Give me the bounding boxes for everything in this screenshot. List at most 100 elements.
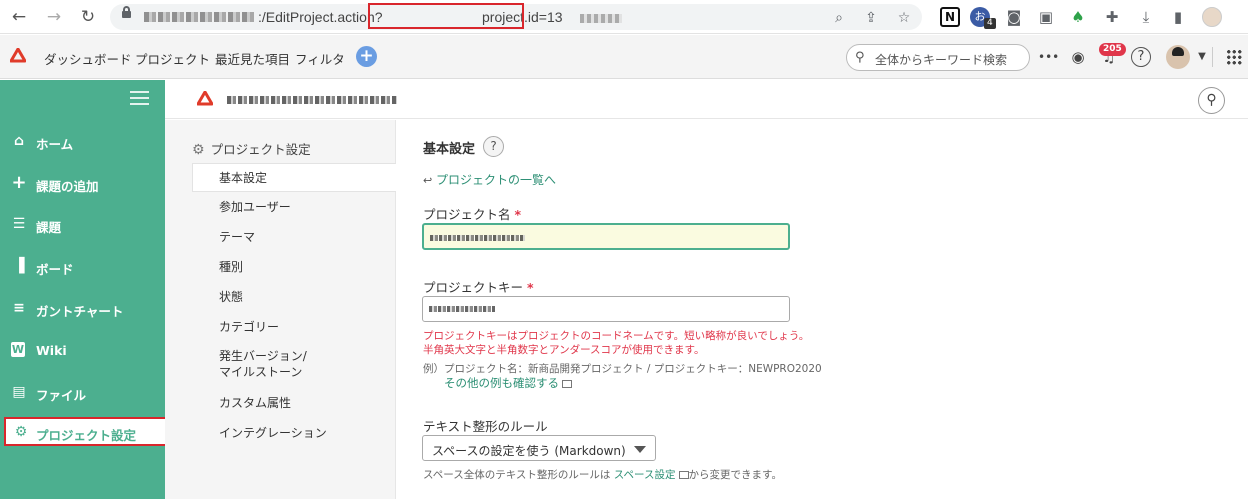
reload-icon[interactable]: ↻ <box>77 6 99 28</box>
note-suffix: から変更できます。 <box>688 469 782 481</box>
note-prefix: スペース全体のテキスト整形のルールは <box>423 469 611 481</box>
screenshot-icon[interactable]: ▣ <box>1036 7 1056 27</box>
forward-arrow-icon[interactable]: → <box>43 6 65 28</box>
global-search-input[interactable]: ⚲ 全体からキーワード検索 <box>846 44 1030 71</box>
project-key-label: プロジェクトキー * <box>423 277 534 296</box>
share-icon[interactable]: ⇪ <box>862 9 880 27</box>
settings-item-status[interactable]: 状態 <box>219 289 422 305</box>
text-rule-select[interactable]: スペースの設定を使う (Markdown) <box>422 435 656 461</box>
sidebar-item-project-settings[interactable]: ⚙ プロジェクト設定 <box>4 417 172 446</box>
settings-item-members[interactable]: 参加ユーザー <box>219 199 422 215</box>
text-rule-label: テキスト整形のルール <box>423 419 548 434</box>
project-search-icon[interactable]: ⚲ <box>1198 87 1225 114</box>
board-icon: ▐ <box>13 258 25 274</box>
list-icon: ☰ <box>12 216 26 232</box>
project-name-redacted[interactable] <box>227 96 397 104</box>
back-to-projects-link[interactable]: ↩ プロジェクトの一覧へ <box>423 171 556 188</box>
extension-badge: 4 <box>984 18 996 29</box>
sidebar-item-label: ホーム <box>36 137 74 152</box>
profile-icon[interactable] <box>1202 7 1222 27</box>
text-rule-value: スペースの設定を使う (Markdown) <box>432 444 626 458</box>
sidebar-item-files[interactable]: ▤ ファイル <box>0 375 165 411</box>
more-icon[interactable]: ••• <box>1038 47 1059 67</box>
sidebar-item-add-issue[interactable]: + 課題の追加 <box>0 166 165 202</box>
sidebar-item-gantt[interactable]: ≡ ガントチャート <box>0 291 165 327</box>
avatar[interactable] <box>1166 45 1190 69</box>
wiki-icon: W <box>11 342 25 357</box>
gear-icon: ⚙ <box>14 424 28 440</box>
home-icon: ⌂ <box>13 133 25 149</box>
project-key-field[interactable] <box>422 296 790 322</box>
main-content: 基本設定 ? ↩ プロジェクトの一覧へ プロジェクト名 * プロジェクトキー *… <box>396 120 1248 499</box>
settings-item-category[interactable]: カテゴリー <box>219 319 422 335</box>
sidebar-item-label: 課題の追加 <box>36 179 99 194</box>
space-settings-link[interactable]: スペース設定 <box>614 469 676 481</box>
download-icon[interactable]: ⤓ <box>1136 7 1156 27</box>
camera-icon[interactable]: ◙ <box>1004 7 1024 27</box>
settings-item-label: 基本設定 <box>219 171 268 185</box>
sidebar-item-issues[interactable]: ☰ 課題 <box>0 207 165 243</box>
url-highlight-box <box>368 3 524 29</box>
search-placeholder: 全体からキーワード検索 <box>875 53 1008 67</box>
settings-item-basic[interactable]: 基本設定 <box>192 163 396 192</box>
required-mark: * <box>527 280 534 295</box>
sidebar-item-label: 課題 <box>36 220 62 235</box>
sidebar-item-label: プロジェクト設定 <box>36 428 137 443</box>
settings-item-versions[interactable]: 発生バージョン/ マイルストーン <box>219 348 422 380</box>
url-id-redacted <box>580 14 622 23</box>
backlog-logo-icon[interactable] <box>10 48 26 64</box>
url-path: :/EditProject.action? <box>258 9 383 25</box>
key-hint-line-1: プロジェクトキーはプロジェクトのコードネームです。短い略称が良いでしょう。 <box>423 330 810 342</box>
sidebar-item-wiki[interactable]: W Wiki <box>0 333 165 369</box>
other-examples-label: その他の例も確認する <box>444 376 559 390</box>
divider <box>1212 47 1213 67</box>
project-name-field[interactable] <box>422 223 790 250</box>
zoom-icon[interactable]: ⌕ <box>830 9 848 27</box>
gear-icon: ⚙ <box>192 142 205 158</box>
add-button[interactable]: + <box>356 46 377 67</box>
sidebar-item-label: ファイル <box>36 388 87 403</box>
settings-item-theme[interactable]: テーマ <box>219 229 422 245</box>
settings-item-custom-fields[interactable]: カスタム属性 <box>219 395 422 411</box>
page-title: 基本設定 <box>423 142 476 157</box>
project-header: ⚲ <box>165 80 1248 119</box>
nav-recent[interactable]: 最近見た項目 <box>215 49 290 68</box>
nav-projects[interactable]: プロジェクト <box>135 49 210 68</box>
external-link-icon <box>678 471 689 479</box>
settings-menu: ⚙ プロジェクト設定 基本設定 参加ユーザー テーマ 種別 状態 カテゴリー 発生… <box>165 120 396 499</box>
file-icon: ▤ <box>12 384 26 400</box>
sidebar-item-label: ガントチャート <box>36 304 124 319</box>
nav-filter[interactable]: フィルタ <box>295 49 345 68</box>
url-host-redacted <box>144 12 254 22</box>
settings-menu-title: ⚙ プロジェクト設定 <box>192 139 311 158</box>
bookmark-star-icon[interactable]: ☆ <box>895 9 913 27</box>
sidepanel-icon[interactable]: ▮ <box>1168 7 1188 27</box>
help-icon[interactable]: ? <box>1131 47 1151 67</box>
plus-icon: + <box>11 172 27 193</box>
other-examples-link[interactable]: その他の例も確認する <box>444 375 572 391</box>
chevron-down-icon[interactable]: ▼ <box>1192 47 1212 67</box>
gantt-icon: ≡ <box>13 300 25 316</box>
back-link-label: プロジェクトの一覧へ <box>436 173 557 187</box>
external-link-icon <box>562 379 572 388</box>
project-name-value-redacted <box>430 235 525 241</box>
settings-item-integration[interactable]: インテグレーション <box>219 425 422 441</box>
notion-icon[interactable]: N <box>940 7 960 27</box>
settings-item-issue-types[interactable]: 種別 <box>219 259 422 275</box>
watch-eye-icon[interactable]: ◉ <box>1068 47 1088 67</box>
project-name-label-text: プロジェクト名 <box>423 207 511 222</box>
puzzle-icon[interactable]: ✚ <box>1102 7 1122 27</box>
help-button[interactable]: ? <box>483 136 504 157</box>
project-logo-icon <box>197 91 213 106</box>
app-grid-icon[interactable] <box>1226 49 1242 65</box>
app-header: ダッシュボード プロジェクト 最近見た項目 フィルタ + ⚲ 全体からキーワード… <box>0 35 1248 79</box>
sidebar-item-home[interactable]: ⌂ ホーム <box>0 124 165 160</box>
sidebar-item-board[interactable]: ▐ ボード <box>0 249 165 285</box>
evernote-icon[interactable]: ♠ <box>1068 7 1088 27</box>
back-arrow-icon[interactable]: ← <box>8 6 30 28</box>
menu-toggle-icon[interactable] <box>130 91 149 105</box>
caret-down-icon <box>634 446 646 453</box>
nav-dashboard[interactable]: ダッシュボード <box>44 49 132 68</box>
browser-toolbar: ← → ↻ :/EditProject.action? project.id=1… <box>0 0 1248 34</box>
sidebar-item-label: ボード <box>36 262 74 277</box>
